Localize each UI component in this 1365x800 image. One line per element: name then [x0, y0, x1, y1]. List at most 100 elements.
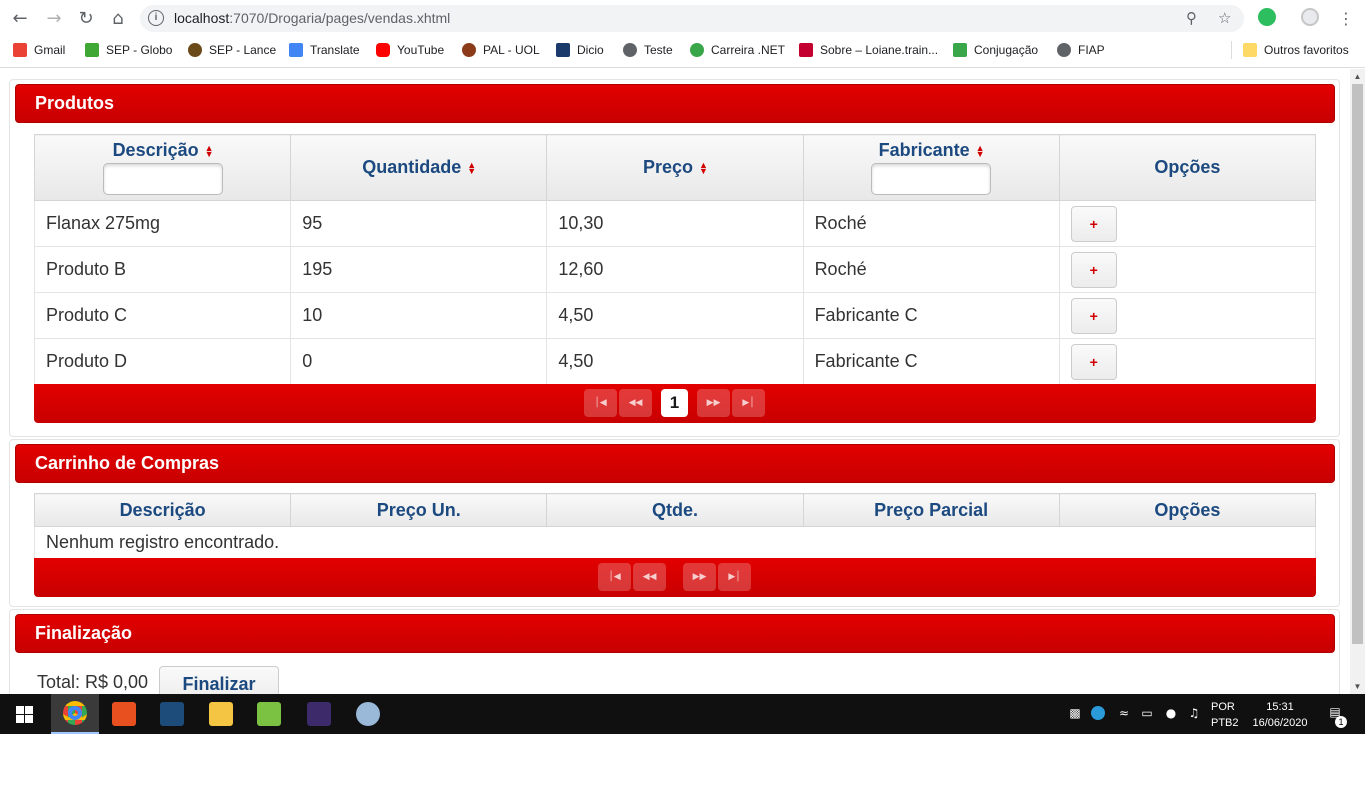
prev-page-icon[interactable]: ◀◀ [633, 563, 666, 591]
add-to-cart-button[interactable]: + [1070, 297, 1117, 334]
add-to-cart-button[interactable]: + [1070, 251, 1117, 288]
taskbar-chrome[interactable] [51, 694, 99, 734]
start-button[interactable] [0, 694, 48, 734]
carrinho-datatable: Descrição Preço Un. Qtde. Preço Parcial … [33, 493, 1317, 597]
taskbar-notepad[interactable] [245, 694, 293, 734]
next-page-icon[interactable]: ▶▶ [683, 563, 716, 591]
scroll-down-icon[interactable]: ▼ [1350, 679, 1365, 694]
carrinho-header-row: Descrição Preço Un. Qtde. Preço Parcial … [33, 493, 1317, 527]
conjugacao-icon [953, 43, 967, 57]
cell-descricao: Produto C [33, 292, 292, 339]
bookmark-label: SEP - Lance [209, 43, 277, 57]
browser-toolbar: ← → ↻ ⌂ i localhost:7070/Drogaria/pages/… [0, 0, 1365, 36]
bookmark-pal-uol[interactable]: PAL - UOL [462, 42, 540, 58]
sort-icon[interactable]: ▲ ▼ [976, 144, 985, 159]
lance-icon [188, 43, 202, 57]
bookmark-sep-lance[interactable]: SEP - Lance [188, 42, 276, 58]
bookmark-teste[interactable]: Teste [623, 42, 673, 58]
zoom-icon[interactable]: ⚲ [1186, 9, 1197, 27]
language-indicator[interactable]: POR PTB2 [1211, 699, 1239, 739]
page-number-button[interactable]: 1 [661, 389, 688, 417]
address-bar[interactable]: i localhost:7070/Drogaria/pages/vendas.x… [140, 5, 1244, 32]
sort-icon[interactable]: ▲ ▼ [467, 161, 476, 176]
descricao-filter-input[interactable] [102, 163, 223, 195]
bookmark-conjugacao[interactable]: Conjugação [953, 42, 1038, 58]
wifi-icon[interactable]: ≈ [1117, 706, 1131, 720]
column-header-fabricante[interactable]: Fabricante ▲ ▼ [802, 134, 1060, 201]
finalizar-button[interactable]: Finalizar [159, 666, 279, 694]
profile-avatar-icon[interactable] [1301, 8, 1319, 26]
column-header-preco[interactable]: Preço ▲ ▼ [546, 134, 804, 201]
cell-opcoes: + [1059, 200, 1317, 247]
clock[interactable]: 15:31 16/06/2020 [1248, 699, 1312, 739]
taskbar-explorer[interactable] [197, 694, 245, 734]
produtos-panel-header: Produtos [15, 84, 1335, 123]
bookmark-outros-favoritos[interactable]: Outros favoritos [1243, 42, 1349, 58]
home-icon[interactable]: ⌂ [106, 6, 130, 30]
skype-icon[interactable] [1091, 706, 1105, 720]
scroll-up-icon[interactable]: ▲ [1350, 69, 1365, 84]
bookmark-gmail[interactable]: Gmail [13, 42, 65, 58]
cell-quantidade: 10 [290, 292, 548, 339]
reload-icon[interactable]: ↻ [74, 6, 98, 30]
bookmark-label: PAL - UOL [483, 43, 540, 57]
column-label: Descrição [112, 140, 199, 160]
produtos-table: Descrição ▲ ▼ Quantidade ▲ ▼ Preço ▲ ▼ Fabrica… [33, 134, 1317, 385]
taskbar-mysql[interactable] [148, 694, 196, 734]
windows-taskbar: ▩ ≈ ▭ ● ♫ POR PTB2 15:31 16/06/2020 ▤ 1 [0, 694, 1365, 734]
clock-date: 16/06/2020 [1252, 717, 1308, 729]
language-code: POR [1211, 701, 1235, 713]
scroll-thumb[interactable] [1352, 84, 1363, 644]
first-page-icon[interactable]: │◀ [598, 563, 631, 591]
table-row[interactable]: Flanax 275mg 95 10,30 Roché + [33, 200, 1317, 247]
prev-page-icon[interactable]: ◀◀ [619, 389, 652, 417]
column-header-descricao[interactable]: Descrição ▲ ▼ [33, 134, 292, 201]
first-page-icon[interactable]: │◀ [584, 389, 617, 417]
page-scrollbar[interactable]: ▲ ▼ [1350, 69, 1365, 694]
bookmark-carreira-net[interactable]: Carreira .NET [690, 42, 785, 58]
carrinho-panel-header: Carrinho de Compras [15, 444, 1335, 483]
evernote-extension-icon[interactable] [1258, 8, 1276, 26]
total-label: Total: R$ 0,00 [37, 672, 149, 692]
cell-fabricante: Roché [803, 200, 1060, 247]
network-drive-icon[interactable]: ▩ [1068, 706, 1082, 720]
bookmark-dicio[interactable]: Dicio [556, 42, 604, 58]
sort-icon[interactable]: ▲ ▼ [205, 144, 214, 159]
evernote-tray-icon[interactable]: ● [1164, 706, 1178, 720]
notification-count-badge: 1 [1335, 716, 1347, 728]
bookmark-sep-globo[interactable]: SEP - Globo [85, 42, 172, 58]
taskbar-eclipse[interactable] [295, 694, 343, 734]
last-page-icon[interactable]: ▶│ [718, 563, 751, 591]
bookmark-label: Gmail [34, 43, 66, 57]
forward-icon[interactable]: → [42, 6, 66, 30]
add-to-cart-button[interactable]: + [1070, 205, 1117, 242]
last-page-icon[interactable]: ▶│ [732, 389, 765, 417]
cell-fabricante: Fabricante C [803, 338, 1060, 385]
bookmark-fiap[interactable]: FIAP [1057, 42, 1105, 58]
battery-icon[interactable]: ▭ [1140, 706, 1154, 720]
taskbar-paint[interactable] [344, 694, 392, 734]
table-row[interactable]: Produto C 10 4,50 Fabricante C + [33, 292, 1317, 339]
paint-icon [356, 702, 380, 726]
site-info-icon[interactable]: i [148, 10, 164, 26]
sort-icon[interactable]: ▲ ▼ [699, 161, 708, 176]
carrinho-paginator: │◀ ◀◀ ▶▶ ▶│ [34, 558, 1316, 597]
table-row[interactable]: Produto B 195 12,60 Roché + [33, 246, 1317, 293]
volume-icon[interactable]: ♫ [1187, 706, 1201, 720]
bookmark-translate[interactable]: Translate [289, 42, 360, 58]
youtube-icon [376, 43, 390, 57]
star-icon[interactable]: ☆ [1218, 9, 1231, 27]
next-page-icon[interactable]: ▶▶ [697, 389, 730, 417]
fabricante-filter-input[interactable] [871, 163, 992, 195]
add-to-cart-button[interactable]: + [1070, 343, 1117, 380]
bookmark-youtube[interactable]: YouTube [376, 42, 444, 58]
bookmark-loiane[interactable]: Sobre – Loiane.train... [799, 42, 938, 58]
cell-preco: 4,50 [546, 292, 804, 339]
taskbar-app-a[interactable] [100, 694, 148, 734]
back-icon[interactable]: ← [8, 6, 32, 30]
folder-icon [1243, 43, 1257, 57]
menu-dots-icon[interactable]: ⋮ [1334, 6, 1358, 30]
column-header-quantidade[interactable]: Quantidade ▲ ▼ [290, 134, 548, 201]
dicio-icon [556, 43, 570, 57]
table-row[interactable]: Produto D 0 4,50 Fabricante C + [33, 338, 1317, 385]
